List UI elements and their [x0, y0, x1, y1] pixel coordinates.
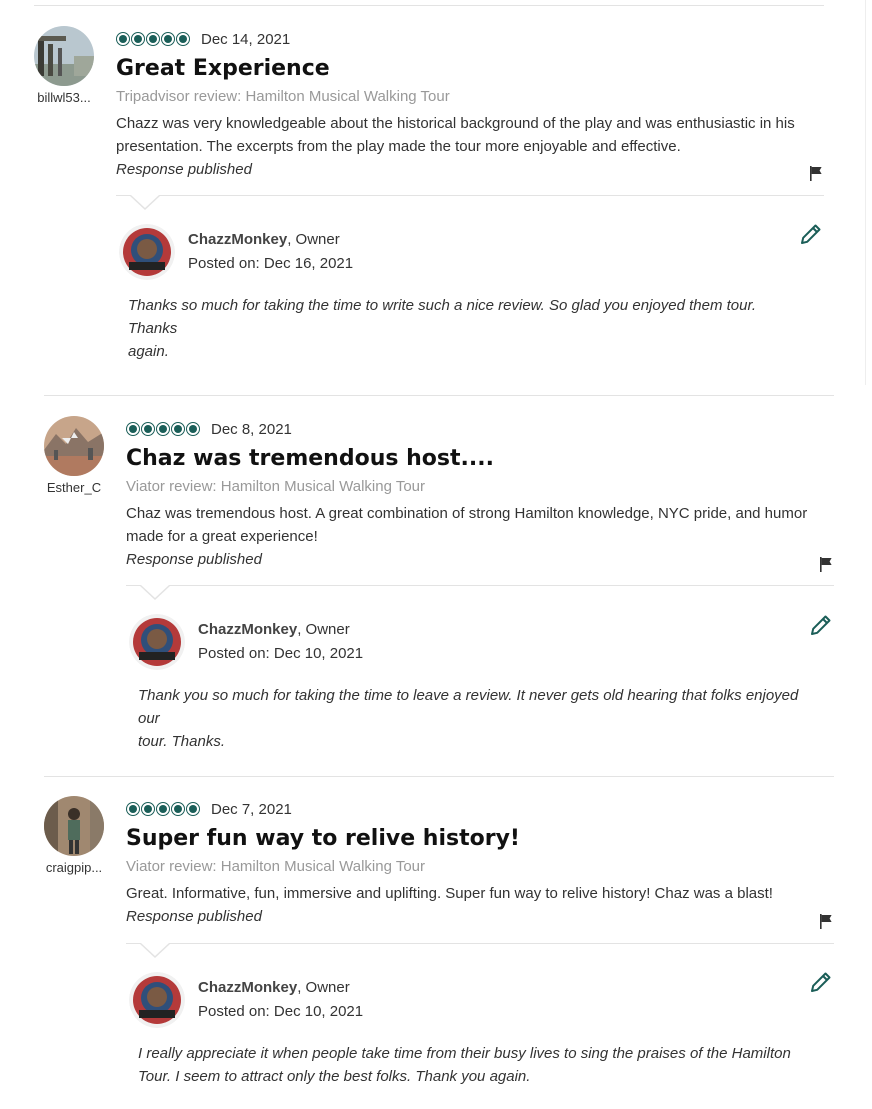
- edit-pencil-icon[interactable]: [809, 970, 833, 994]
- response-status: Response published: [126, 551, 262, 568]
- rating-bubbles: [126, 422, 200, 436]
- owner-name: ChazzMonkey, Owner: [198, 979, 350, 996]
- rating-bubble-icon: [116, 32, 130, 46]
- owner-name: ChazzMonkey, Owner: [198, 621, 350, 638]
- response-posted: Posted on: Dec 10, 2021: [198, 645, 363, 662]
- owner-avatar: [129, 614, 185, 670]
- reviewer[interactable]: Esther_C: [34, 416, 114, 495]
- rating-bubble-icon: [146, 32, 160, 46]
- owner-name: ChazzMonkey, Owner: [188, 231, 340, 248]
- review-date: Dec 8, 2021: [211, 420, 292, 438]
- review-body: Dec 7, 2021 Super fun way to relive hist…: [126, 799, 836, 928]
- response-posted: Posted on: Dec 10, 2021: [198, 1003, 363, 1020]
- rating-bubble-icon: [171, 422, 185, 436]
- reviewer-username[interactable]: Esther_C: [34, 480, 114, 495]
- posted-label: Posted on:: [198, 1003, 270, 1020]
- review-body: Dec 8, 2021 Chaz was tremendous host....…: [126, 419, 836, 571]
- review-body: Dec 14, 2021 Great Experience Tripadviso…: [116, 29, 826, 181]
- review-source: Tripadvisor review: Hamilton Musical Wal…: [116, 88, 450, 105]
- rating-bubbles: [126, 802, 200, 816]
- rating-bubble-icon: [171, 802, 185, 816]
- response-divider: [126, 585, 834, 586]
- reviewer[interactable]: billwl53...: [24, 26, 104, 105]
- owner-role: , Owner: [287, 231, 340, 248]
- rating-bubble-icon: [126, 802, 140, 816]
- reviewer[interactable]: craigpip...: [34, 796, 114, 875]
- response-divider: [116, 195, 824, 196]
- response-posted: Posted on: Dec 16, 2021: [188, 255, 353, 272]
- owner-role: , Owner: [297, 979, 350, 996]
- divider: [44, 395, 834, 396]
- rating-bubble-icon: [176, 32, 190, 46]
- posted-label: Posted on:: [198, 645, 270, 662]
- reviewer-username[interactable]: billwl53...: [24, 90, 104, 105]
- posted-date: Dec 10, 2021: [273, 645, 364, 662]
- review-date: Dec 14, 2021: [201, 30, 291, 48]
- rating-bubble-icon: [156, 422, 170, 436]
- owner-username[interactable]: ChazzMonkey: [188, 231, 287, 248]
- owner-avatar: [119, 224, 175, 280]
- reviewer-username[interactable]: craigpip...: [34, 860, 114, 875]
- response-text: Thanks so much for taking the time to wr…: [128, 297, 757, 360]
- review-date: Dec 7, 2021: [211, 800, 292, 818]
- flag-icon[interactable]: [818, 556, 834, 572]
- rating-bubble-icon: [186, 422, 200, 436]
- rating-bubble-icon: [131, 32, 145, 46]
- flag-icon[interactable]: [818, 913, 834, 929]
- review-text: Chaz was tremendous host. A great combin…: [126, 505, 808, 545]
- response-status: Response published: [126, 908, 262, 925]
- avatar[interactable]: [34, 26, 94, 86]
- rating-bubble-icon: [141, 422, 155, 436]
- divider: [44, 776, 834, 777]
- owner-username[interactable]: ChazzMonkey: [198, 979, 297, 996]
- review-title: Great Experience: [116, 56, 330, 81]
- rating-bubble-icon: [141, 802, 155, 816]
- edit-pencil-icon[interactable]: [809, 613, 833, 637]
- rating-bubble-icon: [126, 422, 140, 436]
- owner-username[interactable]: ChazzMonkey: [198, 621, 297, 638]
- review-title: Chaz was tremendous host....: [126, 446, 494, 471]
- response-text: Thank you so much for taking the time to…: [138, 687, 799, 750]
- response-divider: [126, 943, 834, 944]
- owner-avatar: [129, 972, 185, 1028]
- rating-bubble-icon: [161, 32, 175, 46]
- review-title: Super fun way to relive history!: [126, 826, 520, 851]
- posted-date: Dec 16, 2021: [263, 255, 354, 272]
- owner-role: , Owner: [297, 621, 350, 638]
- avatar[interactable]: [44, 796, 104, 856]
- review-source: Viator review: Hamilton Musical Walking …: [126, 478, 425, 495]
- rating-bubble-icon: [186, 802, 200, 816]
- avatar[interactable]: [44, 416, 104, 476]
- response-status: Response published: [116, 161, 252, 178]
- response-text: I really appreciate it when people take …: [138, 1045, 791, 1085]
- review-text: Great. Informative, fun, immersive and u…: [126, 885, 773, 902]
- divider: [34, 5, 824, 6]
- posted-label: Posted on:: [188, 255, 260, 272]
- rating-bubble-icon: [156, 802, 170, 816]
- edit-pencil-icon[interactable]: [799, 222, 823, 246]
- review-source: Viator review: Hamilton Musical Walking …: [126, 858, 425, 875]
- flag-icon[interactable]: [808, 165, 824, 181]
- rating-bubbles: [116, 32, 190, 46]
- review-text: Chazz was very knowledgeable about the h…: [116, 115, 795, 155]
- posted-date: Dec 10, 2021: [273, 1003, 364, 1020]
- scrollbar[interactable]: [865, 0, 872, 385]
